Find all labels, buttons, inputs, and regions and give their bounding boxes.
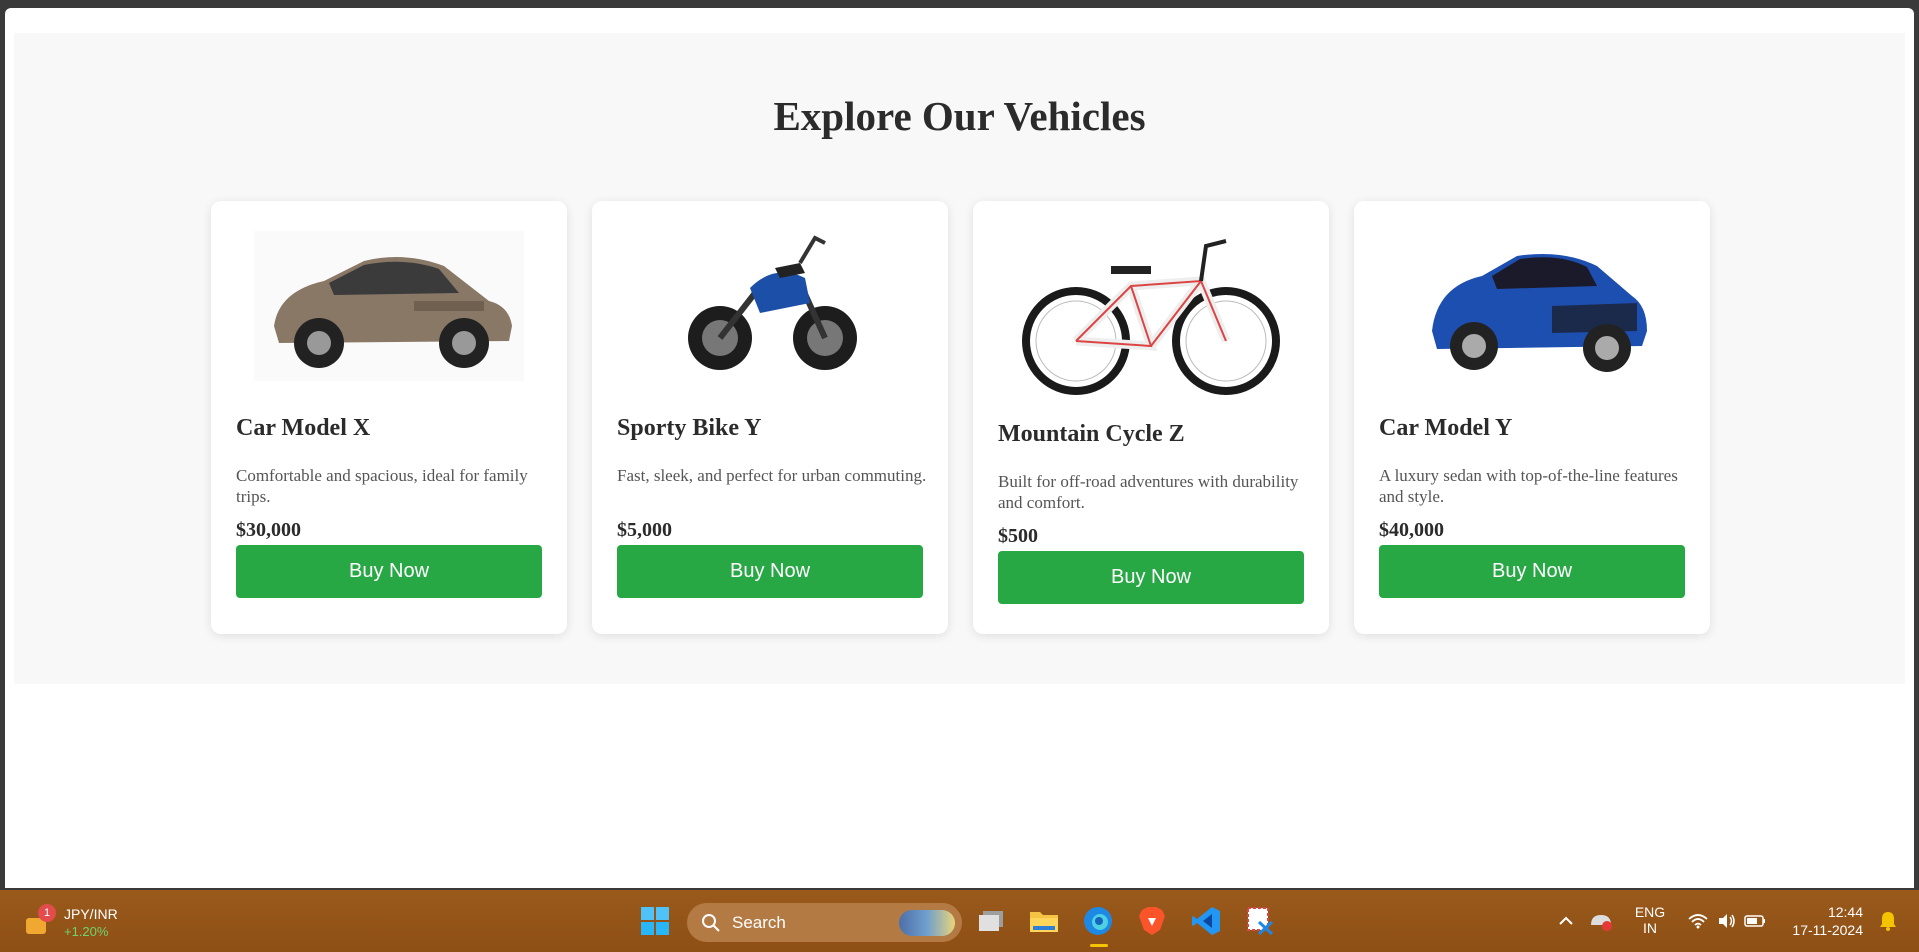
search-label: Search	[732, 913, 786, 932]
edge-browser-icon[interactable]	[1080, 903, 1116, 947]
stock-ticker-widget[interactable]: 1 JPY/INR +1.20%	[22, 904, 142, 940]
buy-now-button[interactable]: Buy Now	[236, 545, 542, 598]
task-view-icon[interactable]	[973, 903, 1009, 939]
vehicle-description: Comfortable and spacious, ideal for fami…	[236, 466, 528, 506]
vehicle-price: $30,000	[236, 519, 301, 541]
browser-window: Explore Our Vehicles Car Model X Comfort…	[5, 8, 1914, 888]
ticker-change: +1.20%	[64, 924, 109, 939]
battery-icon[interactable]	[1737, 903, 1773, 939]
vehicle-price: $5,000	[617, 519, 672, 541]
bronze-suv-image	[236, 223, 542, 388]
notification-bell-icon[interactable]	[1870, 903, 1906, 939]
search-icon	[702, 914, 720, 932]
vehicle-card: Car Model Y A luxury sedan with top-of-t…	[1354, 201, 1710, 634]
page-title: Explore Our Vehicles	[773, 93, 1146, 139]
language-indicator[interactable]: ENG IN	[1630, 904, 1670, 936]
chevron-up-icon[interactable]	[1548, 903, 1584, 939]
blue-motorcycle-image	[617, 223, 923, 388]
vehicle-name: Mountain Cycle Z	[998, 421, 1185, 447]
buy-now-button[interactable]: Buy Now	[998, 551, 1304, 604]
language-code: ENG	[1634, 904, 1666, 920]
taskbar-search[interactable]: Search	[687, 903, 962, 942]
vehicle-name: Car Model Y	[1379, 415, 1513, 441]
region-code: IN	[1643, 920, 1657, 936]
blue-crossover-image	[1379, 223, 1685, 388]
notification-badge: 1	[38, 904, 56, 922]
search-highlight-icon	[899, 910, 955, 936]
windows-start-icon[interactable]	[637, 903, 673, 939]
vehicle-card: Sporty Bike Y Fast, sleek, and perfect f…	[592, 201, 948, 634]
file-explorer-icon[interactable]	[1026, 903, 1062, 939]
snipping-tool-icon[interactable]	[1242, 903, 1278, 939]
vehicle-name: Car Model X	[236, 415, 371, 441]
active-app-indicator	[1090, 944, 1108, 947]
vehicle-card: Mountain Cycle Z Built for off-road adve…	[973, 201, 1329, 634]
vehicle-name: Sporty Bike Y	[617, 415, 762, 441]
buy-now-button[interactable]: Buy Now	[617, 545, 923, 598]
buy-now-button[interactable]: Buy Now	[1379, 545, 1685, 598]
antivirus-alert-icon[interactable]	[1583, 903, 1619, 939]
clock[interactable]: 12:44 17-11-2024	[1783, 904, 1863, 938]
clock-date: 17-11-2024	[1792, 922, 1863, 938]
brave-browser-icon[interactable]	[1134, 903, 1170, 939]
mountain-bicycle-image	[998, 223, 1304, 398]
vehicle-price: $40,000	[1379, 519, 1444, 541]
taskbar: 1 JPY/INR +1.20% Search ENG IN 12:44 17-…	[0, 890, 1919, 952]
vehicle-description: Fast, sleek, and perfect for urban commu…	[617, 466, 927, 485]
vehicle-card: Car Model X Comfortable and spacious, id…	[211, 201, 567, 634]
vehicle-price: $500	[998, 525, 1038, 547]
vscode-icon[interactable]	[1188, 903, 1224, 939]
vehicle-description: Built for off-road adventures with durab…	[998, 472, 1299, 512]
vehicle-description: A luxury sedan with top-of-the-line feat…	[1379, 466, 1678, 506]
ticker-symbol: JPY/INR	[64, 906, 118, 922]
clock-time: 12:44	[1827, 904, 1863, 920]
